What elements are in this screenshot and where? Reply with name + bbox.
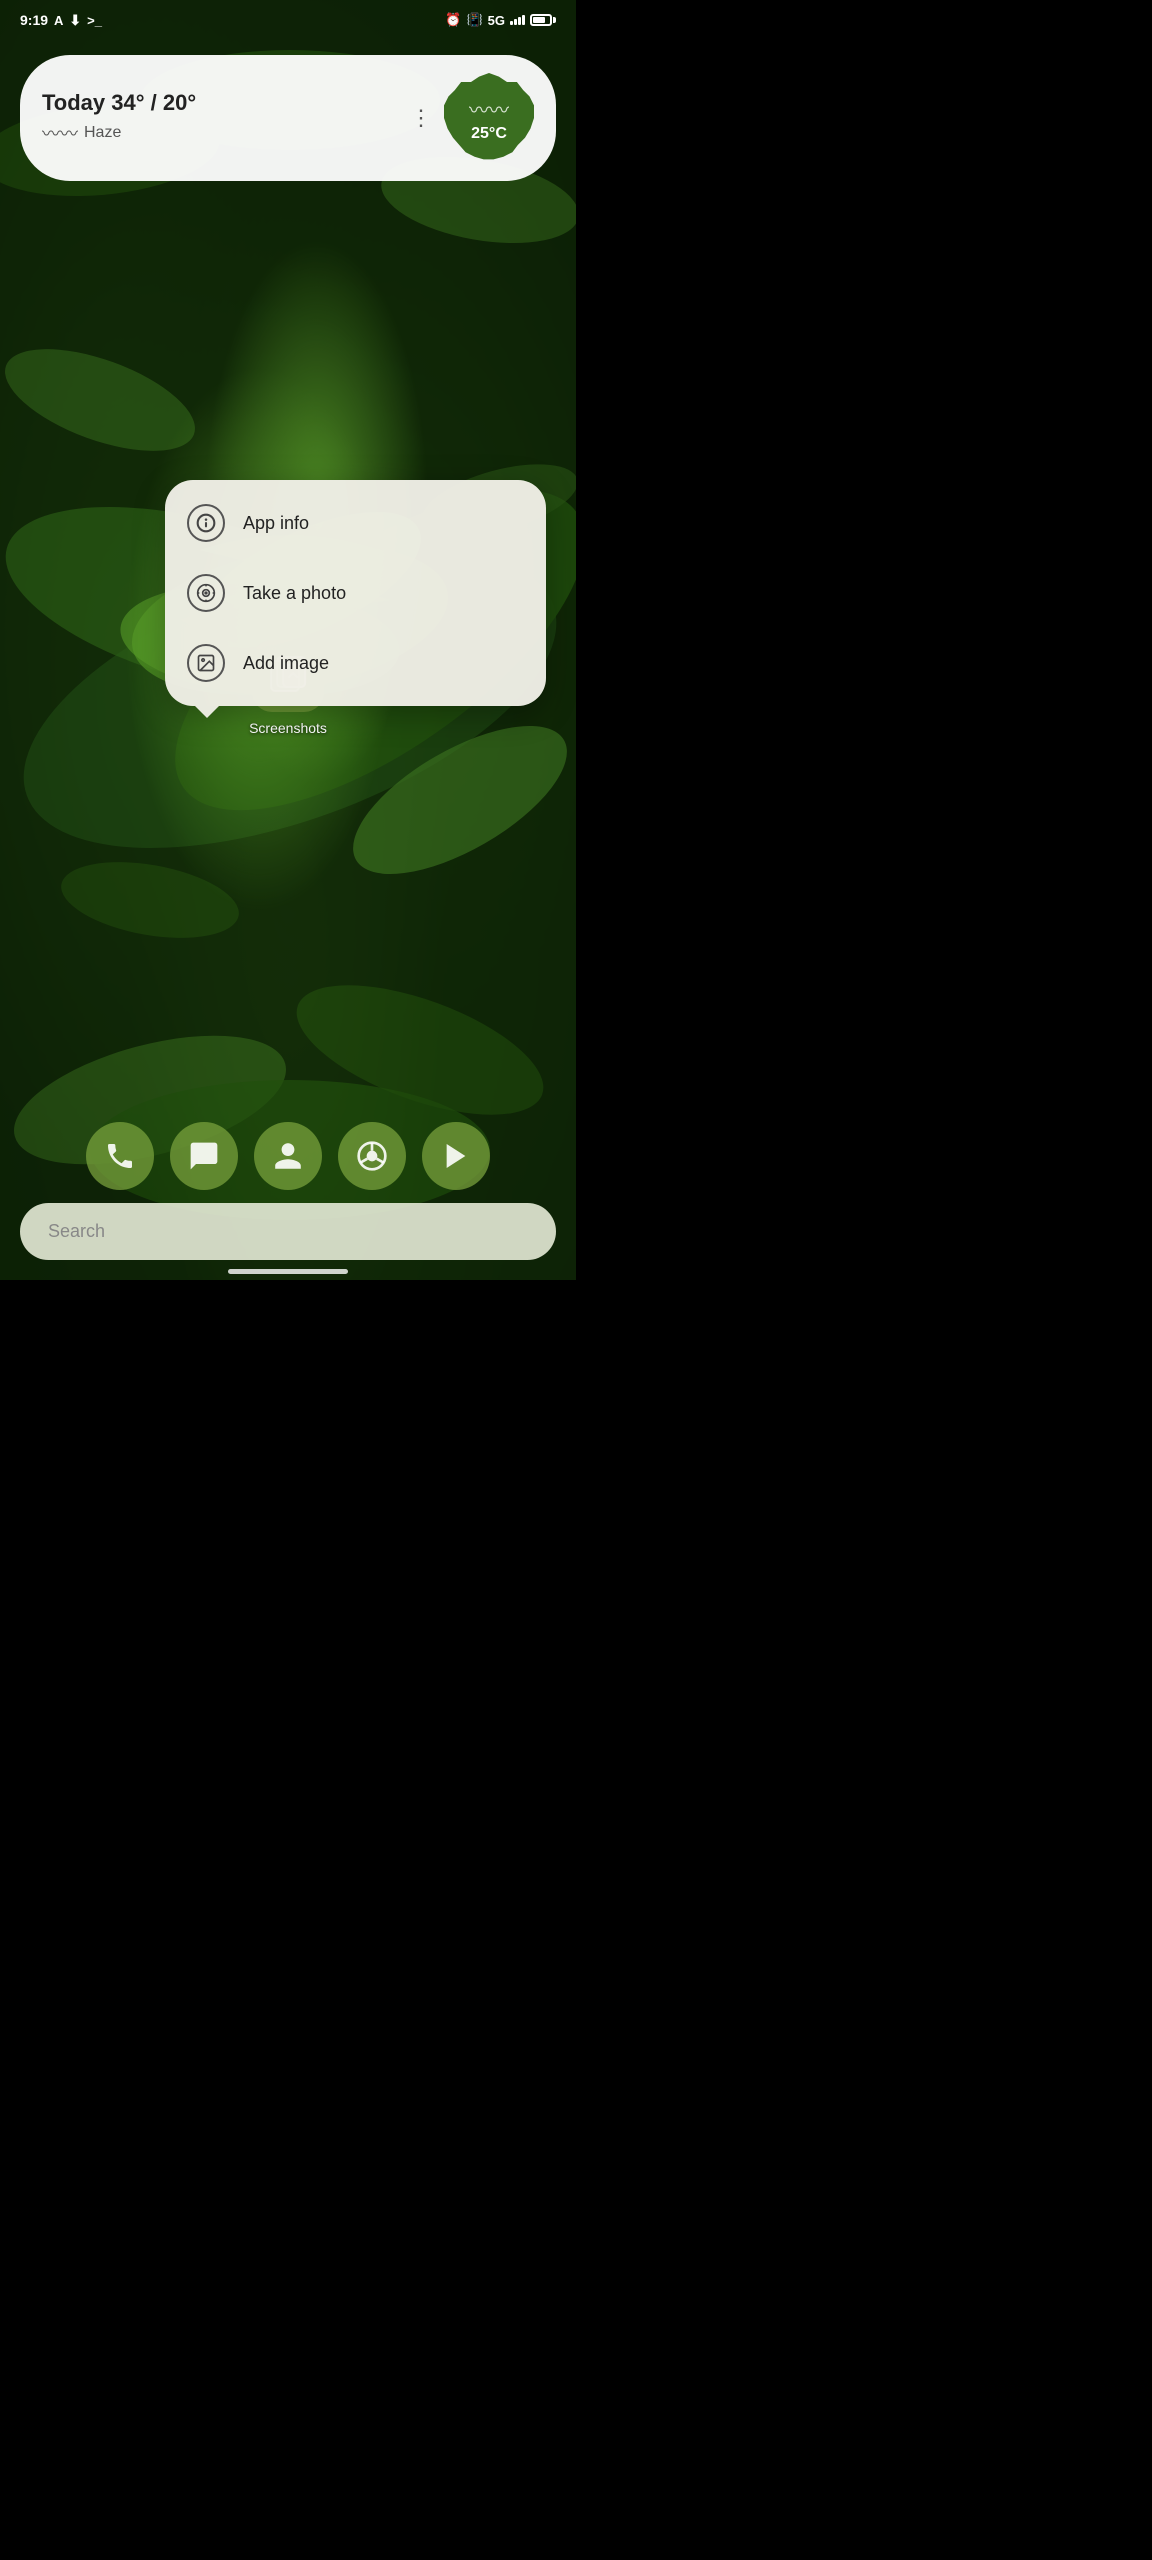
add-image-label: Add image (243, 653, 329, 674)
weather-info: Today 34° / 20° 〰〰 Haze (42, 90, 398, 146)
app-info-label: App info (243, 513, 309, 534)
weather-widget[interactable]: Today 34° / 20° 〰〰 Haze ⋮ 〰〰 25°C (20, 55, 556, 181)
dock-contacts[interactable] (254, 1122, 322, 1190)
terminal-icon: >_ (87, 13, 102, 28)
weather-description: 〰〰 Haze (42, 120, 398, 146)
dock (0, 1122, 576, 1190)
signal-icon (510, 15, 525, 25)
weather-wave-icon: 〰〰 (469, 94, 509, 123)
font-a-icon: A (54, 13, 63, 28)
status-right: ⏰ 📳 5G (445, 12, 556, 28)
search-bar[interactable]: Search (20, 1203, 556, 1260)
info-icon (187, 504, 225, 542)
context-menu-item-take-photo[interactable]: Take a photo (165, 558, 546, 628)
weather-temperature: Today 34° / 20° (42, 90, 398, 116)
weather-condition: Haze (84, 124, 121, 142)
image-icon (187, 644, 225, 682)
status-bar: 9:19 A ⬇ >_ ⏰ 📳 5G (0, 0, 576, 40)
time-display: 9:19 (20, 12, 48, 28)
context-menu: App info Take a photo Add image (165, 480, 546, 706)
alarm-icon: ⏰ (445, 12, 461, 28)
search-placeholder: Search (48, 1221, 105, 1241)
haze-icon: 〰〰 (42, 120, 78, 146)
download-icon: ⬇ (69, 12, 81, 29)
dock-play-store[interactable] (422, 1122, 490, 1190)
battery-icon (530, 14, 556, 26)
screenshots-label: Screenshots (249, 720, 327, 736)
context-menu-item-app-info[interactable]: App info (165, 488, 546, 558)
5g-indicator: 5G (488, 13, 505, 28)
dock-messages[interactable] (170, 1122, 238, 1190)
take-photo-label: Take a photo (243, 583, 346, 604)
weather-menu-button[interactable]: ⋮ (398, 105, 444, 131)
camera-icon (187, 574, 225, 612)
home-indicator[interactable] (228, 1269, 348, 1274)
weather-current-temp: 25°C (471, 125, 507, 143)
dock-chrome[interactable] (338, 1122, 406, 1190)
vibrate-icon: 📳 (466, 12, 482, 28)
context-menu-item-add-image[interactable]: Add image (165, 628, 546, 698)
weather-badge: 〰〰 25°C (444, 73, 534, 163)
status-left: 9:19 A ⬇ >_ (20, 12, 102, 29)
dock-phone[interactable] (86, 1122, 154, 1190)
